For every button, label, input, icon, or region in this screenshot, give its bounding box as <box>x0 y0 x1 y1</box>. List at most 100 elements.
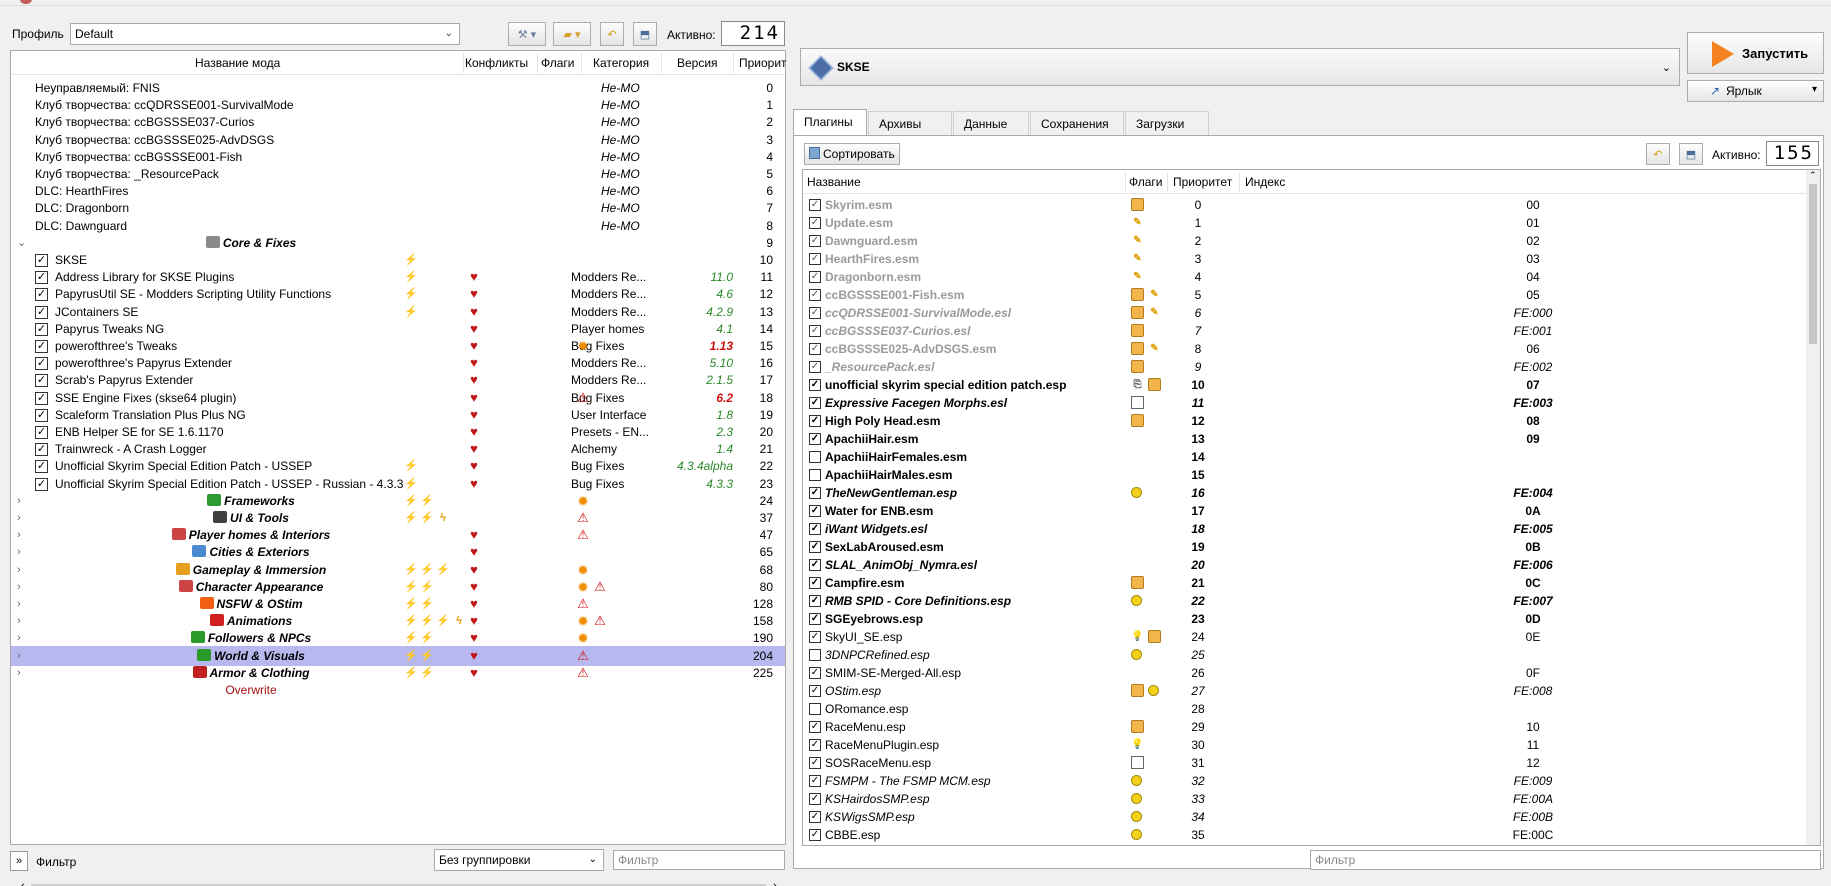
mod-checkbox[interactable]: ✓ <box>35 460 48 474</box>
mod-filter-input[interactable]: Фильтр <box>613 850 785 870</box>
plugin-checkbox[interactable]: ✓ <box>809 775 821 787</box>
plugin-row[interactable]: ✓ Update.esm 1 01 ✎ <box>803 214 1803 232</box>
plugin-row[interactable]: ✓ SLAL_AnimObj_Nymra.esl 20 FE:006 <box>803 556 1803 574</box>
mod-checkbox[interactable]: ✓ <box>35 271 48 285</box>
plugin-row[interactable]: ✓ RaceMenuPlugin.esp 30 11 💡 <box>803 736 1803 754</box>
plugin-checkbox[interactable]: ✓ <box>809 829 821 841</box>
scroll-right-icon[interactable]: › <box>773 880 777 886</box>
plugin-checkbox[interactable]: ✓ <box>809 361 821 373</box>
plugin-row[interactable]: ✓ High Poly Head.esm 12 08 <box>803 412 1803 430</box>
col-flags[interactable]: Флаги <box>541 56 574 70</box>
plugin-checkbox[interactable]: ✓ <box>809 667 821 679</box>
plugin-checkbox[interactable]: ✓ <box>809 235 821 247</box>
plugin-row[interactable]: ✓ KSHairdosSMP.esp 33 FE:00A <box>803 790 1803 808</box>
plugin-checkbox[interactable]: ✓ <box>809 685 821 697</box>
plugin-row[interactable]: ✓ ccBGSSSE001-Fish.esm 5 05 ✎ <box>803 286 1803 304</box>
plugin-row[interactable]: ✓ iWant Widgets.esl 18 FE:005 <box>803 520 1803 538</box>
plugin-checkbox[interactable]: ✓ <box>809 433 821 445</box>
plugin-row[interactable]: ✓ SkyUI_SE.esp 24 0E 💡 <box>803 628 1803 646</box>
plugin-row[interactable]: ✓ ApachiiHair.esm 13 09 <box>803 430 1803 448</box>
tab-archives[interactable]: Архивы <box>868 111 952 135</box>
plugin-checkbox[interactable]: ✓ <box>809 253 821 265</box>
col-category[interactable]: Категория <box>593 56 649 70</box>
plugin-row[interactable]: ApachiiHairFemales.esm 14 <box>803 448 1803 466</box>
plugin-row[interactable]: ✓ OStim.esp 27 FE:008 <box>803 682 1803 700</box>
plugin-row[interactable]: ORomance.esp 28 <box>803 700 1803 718</box>
plugin-checkbox[interactable]: ✓ <box>809 343 821 355</box>
mod-checkbox[interactable]: ✓ <box>35 322 48 336</box>
mod-checkbox[interactable]: ✓ <box>35 426 48 439</box>
plugin-row[interactable]: ✓ SMIM-SE-Merged-All.esp 26 0F <box>803 664 1803 682</box>
mod-checkbox[interactable]: ✓ <box>35 340 48 353</box>
plugin-row[interactable]: ✓ Dragonborn.esm 4 04 ✎ <box>803 268 1803 286</box>
plugins-backup-button[interactable]: ⬒ <box>1679 143 1703 165</box>
col-plugin-index[interactable]: Индекс <box>1245 175 1285 189</box>
col-plugin-priority[interactable]: Приоритет <box>1173 175 1232 189</box>
scroll-left-icon[interactable]: ‹ <box>21 880 25 886</box>
plugin-vertical-scrollbar[interactable]: ⌃ <box>1806 170 1820 845</box>
plugin-checkbox[interactable]: ✓ <box>809 379 821 391</box>
plugin-checkbox[interactable]: ✓ <box>809 487 821 499</box>
plugin-checkbox[interactable]: ✓ <box>809 289 821 301</box>
plugin-row[interactable]: ✓ ccQDRSSE001-SurvivalMode.esl 6 FE:000 ✎ <box>803 304 1803 322</box>
plugin-row[interactable]: ✓ _ResourcePack.esl 9 FE:002 <box>803 358 1803 376</box>
plugin-checkbox[interactable]: ✓ <box>809 793 821 805</box>
plugin-row[interactable]: ✓ RaceMenu.esp 29 10 <box>803 718 1803 736</box>
plugin-row[interactable]: ✓ CBBE.esp 35 FE:00C <box>803 826 1803 844</box>
tab-saves[interactable]: Сохранения <box>1030 111 1124 135</box>
plugin-filter-input[interactable]: Фильтр <box>1310 850 1821 870</box>
mod-checkbox[interactable]: ✓ <box>35 254 48 267</box>
plugin-checkbox[interactable]: ✓ <box>809 739 821 751</box>
executable-select[interactable]: SKSE ⌄ <box>800 48 1680 86</box>
restore-backup-button[interactable]: ↶ <box>600 22 624 46</box>
tab-plugins[interactable]: Плагины <box>793 109 867 135</box>
plugin-row[interactable]: ✓ Campfire.esm 21 0C <box>803 574 1803 592</box>
plugin-list[interactable]: Название Флаги Приоритет Индекс ✓ Skyrim.… <box>802 169 1821 846</box>
sort-button[interactable]: Сортировать <box>804 143 900 165</box>
mod-checkbox[interactable]: ✓ <box>35 288 48 302</box>
plugin-row[interactable]: ✓ TheNewGentleman.esp 16 FE:004 <box>803 484 1803 502</box>
create-backup-button[interactable]: ⬒ <box>633 22 657 46</box>
plugin-row[interactable]: ✓ KSWigsSMP.esp 34 FE:00B <box>803 808 1803 826</box>
plugin-checkbox[interactable] <box>809 451 821 463</box>
plugin-checkbox[interactable]: ✓ <box>809 397 821 409</box>
plugin-row[interactable]: ✓ Expressive Facegen Morphs.esl 11 FE:003 <box>803 394 1803 412</box>
mod-checkbox[interactable]: ✓ <box>35 374 48 388</box>
plugin-checkbox[interactable] <box>809 469 821 481</box>
plugin-row[interactable]: ✓ Water for ENB.esm 17 0A <box>803 502 1803 520</box>
plugin-checkbox[interactable]: ✓ <box>809 523 821 535</box>
mod-checkbox[interactable]: ✓ <box>35 443 48 457</box>
plugin-row[interactable]: ✓ ccBGSSSE037-Curios.esl 7 FE:001 <box>803 322 1803 340</box>
tools-button[interactable]: ⚒ ▾ <box>508 22 546 46</box>
plugins-restore-button[interactable]: ↶ <box>1646 143 1670 165</box>
scrollbar-thumb[interactable] <box>1809 184 1817 344</box>
plugin-row[interactable]: ✓ Dawnguard.esm 2 02 ✎ <box>803 232 1803 250</box>
col-plugin-flags[interactable]: Флаги <box>1129 175 1162 189</box>
plugin-checkbox[interactable] <box>809 703 821 715</box>
plugin-checkbox[interactable]: ✓ <box>809 199 821 211</box>
open-folder-button[interactable]: ▰ ▾ <box>553 22 591 46</box>
col-priority[interactable]: Приорит <box>739 56 787 70</box>
plugin-checkbox[interactable]: ✓ <box>809 811 821 823</box>
plugin-checkbox[interactable]: ✓ <box>809 631 821 643</box>
plugin-checkbox[interactable]: ✓ <box>809 415 821 427</box>
plugin-checkbox[interactable]: ✓ <box>809 757 821 769</box>
plugin-checkbox[interactable]: ✓ <box>809 271 821 283</box>
plugin-checkbox[interactable]: ✓ <box>809 307 821 319</box>
run-button[interactable]: Запустить <box>1687 32 1824 74</box>
plugin-row[interactable]: 3DNPCRefined.esp 25 <box>803 646 1803 664</box>
profile-select[interactable]: Default ⌄ <box>70 23 460 45</box>
tab-data[interactable]: Данные <box>953 111 1029 135</box>
close-dot-icon[interactable] <box>20 0 32 4</box>
plugin-row[interactable]: ✓ ccBGSSSE025-AdvDSGS.esm 8 06 ✎ <box>803 340 1803 358</box>
mod-checkbox[interactable]: ✓ <box>35 391 48 405</box>
mod-checkbox[interactable]: ✓ <box>35 305 48 319</box>
mod-checkbox[interactable]: ✓ <box>35 408 48 422</box>
grouping-select[interactable]: Без группировки ⌄ <box>434 849 604 871</box>
shortcut-button[interactable]: ↗ Ярлык ▾ <box>1687 80 1824 102</box>
plugin-checkbox[interactable] <box>809 649 821 661</box>
col-conflicts[interactable]: Конфликты <box>465 56 528 70</box>
plugin-row[interactable]: ✓ FSMPM - The FSMP MCM.esp 32 FE:009 <box>803 772 1803 790</box>
plugin-row[interactable]: ✓ Skyrim.esm 0 00 <box>803 196 1803 214</box>
tab-downloads[interactable]: Загрузки <box>1125 111 1209 135</box>
